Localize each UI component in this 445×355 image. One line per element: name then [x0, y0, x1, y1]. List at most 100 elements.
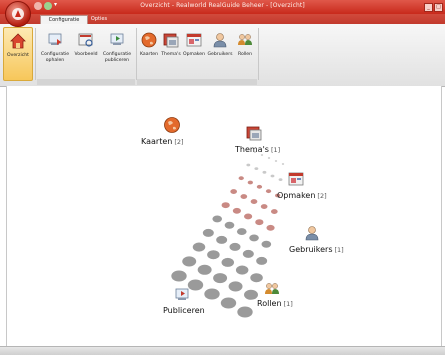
overview-canvas: Kaarten [2] Thema's [1] Opmaken [2] Gebr… [6, 86, 442, 346]
decorative-dot [171, 270, 187, 282]
themas-button[interactable]: Thema's [160, 27, 182, 79]
rollen-label: Rollen [237, 52, 253, 57]
decorative-dot [260, 204, 268, 209]
config-publish-icon [110, 33, 124, 45]
decorative-dot [235, 265, 249, 275]
decorative-dot [242, 249, 254, 258]
group-separator [35, 28, 36, 80]
decorative-dot [274, 160, 278, 162]
globe-icon [141, 32, 157, 48]
decorative-dot [230, 189, 238, 194]
decorative-dot [212, 215, 223, 223]
rollen-node-label: Rollen [257, 299, 282, 308]
kaarten-button[interactable]: Kaarten [138, 27, 160, 79]
window-title: Overzicht - Realworld RealGuide Beheer -… [140, 2, 305, 9]
kaarten-count: [2] [174, 138, 184, 146]
decorative-dot [238, 176, 244, 181]
decorative-dot [262, 170, 267, 174]
decorative-dot [237, 306, 253, 318]
decorative-dot [256, 184, 263, 189]
decorative-dot [224, 221, 235, 229]
decorative-dot [197, 264, 212, 275]
voorbeeld-button[interactable]: Voorbeeld [73, 27, 99, 79]
publiceren-node-label: Publiceren [163, 306, 205, 315]
voorbeeld-label: Voorbeeld [74, 52, 98, 57]
decorative-dot [229, 242, 241, 251]
opmaken-button[interactable]: Opmaken [182, 27, 206, 79]
kaarten-node-label: Kaarten [141, 137, 173, 146]
publiceren-node[interactable]: Publiceren [161, 286, 221, 320]
kaarten-label: Kaarten [140, 52, 158, 57]
decorative-dot [244, 213, 253, 220]
config-download-icon [48, 33, 62, 45]
decorative-dot [281, 163, 285, 165]
themes-icon [163, 33, 179, 48]
rollen-button[interactable]: Rollen [234, 27, 256, 79]
rollen-count: [1] [283, 300, 293, 308]
roles-icon [238, 34, 252, 45]
decorative-dot [249, 234, 259, 242]
decorative-dot [182, 256, 197, 267]
configuratie-ophalen-button[interactable]: Configuratie ophalen [38, 27, 72, 79]
group-separator [136, 28, 137, 80]
minimize-button[interactable]: _ [424, 3, 433, 12]
configuratie-ophalen-label: Configuratie ophalen [40, 52, 70, 63]
kaarten-node[interactable]: Kaarten [2] [141, 116, 211, 150]
decorative-dot [228, 281, 243, 292]
themas-node-label: Thema's [235, 145, 269, 154]
maximize-button[interactable]: □ [434, 3, 443, 12]
opmaken-count: [2] [317, 192, 327, 200]
layout-icon [186, 33, 202, 47]
decorative-dot-grid [171, 151, 285, 318]
ribbon: Overzicht Configuratie ophalen Voorbeeld… [0, 24, 445, 87]
decorative-dot [270, 209, 278, 214]
overzicht-label: Overzicht [7, 53, 29, 58]
ribbon-tab-row: Configuratie Opties [0, 14, 445, 25]
themas-count: [1] [270, 146, 281, 154]
decorative-dot [255, 219, 264, 226]
decorative-dot [247, 180, 253, 185]
decorative-dot [216, 235, 228, 244]
decorative-dot [254, 167, 259, 171]
rollen-node[interactable]: Rollen [1] [257, 280, 317, 314]
themas-node[interactable]: Thema's [1] [235, 124, 295, 158]
configuratie-publiceren-button[interactable]: Configuratie publiceren [100, 27, 134, 79]
gebruikers-count: [1] [334, 246, 344, 254]
decorative-dot [270, 174, 275, 178]
globe-icon [164, 117, 180, 133]
decorative-dot [265, 189, 272, 194]
user-icon [213, 33, 227, 48]
decorative-dot [220, 297, 237, 309]
app-logo-icon [12, 8, 24, 20]
group-footer [137, 79, 257, 85]
group-separator [258, 28, 259, 80]
decorative-dot [232, 207, 241, 214]
gebruikers-node[interactable]: Gebruikers [1] [289, 224, 369, 258]
themes-icon [246, 126, 262, 141]
application-menu-button[interactable] [5, 1, 31, 27]
opmaken-node[interactable]: Opmaken [2] [277, 170, 347, 204]
decorative-dot [202, 228, 214, 237]
decorative-dot [221, 257, 235, 267]
tab-opties[interactable]: Opties [82, 15, 116, 24]
preview-icon [78, 33, 93, 47]
gebruikers-label: Gebruikers [207, 52, 233, 57]
layout-icon [288, 172, 304, 186]
decorative-dot [250, 199, 258, 204]
group-footer [37, 79, 135, 85]
opmaken-node-label: Opmaken [277, 191, 316, 200]
opmaken-label: Opmaken [182, 52, 206, 57]
overzicht-button[interactable]: Overzicht [3, 27, 33, 81]
configuratie-publiceren-label: Configuratie publiceren [102, 52, 132, 63]
decorative-dot [192, 242, 206, 252]
decorative-dot [266, 224, 275, 231]
decorative-dot [256, 256, 268, 265]
themas-label: Thema's [161, 52, 181, 57]
publish-icon [175, 288, 189, 300]
decorative-dot [244, 289, 258, 300]
title-bar: ▾ Overzicht - Realworld RealGuide Beheer… [0, 0, 445, 14]
decorative-dot [221, 202, 230, 209]
decorative-dot [261, 240, 272, 248]
decorative-dot [236, 228, 247, 236]
gebruikers-button[interactable]: Gebruikers [206, 27, 234, 79]
